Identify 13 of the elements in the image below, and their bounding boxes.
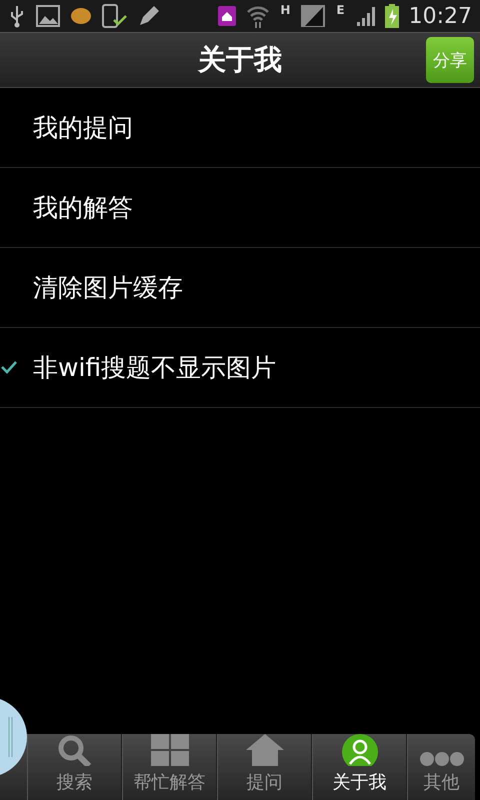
settings-item[interactable]: 我的提问 <box>0 88 480 168</box>
settings-item[interactable]: 非wifi搜题不显示图片 <box>0 328 480 408</box>
clock-time: 10:27 <box>408 4 472 28</box>
tab[interactable]: 提问 <box>217 734 312 800</box>
tab[interactable]: 其他 <box>407 734 475 800</box>
network-type-label: E <box>336 3 345 17</box>
tab[interactable]: 帮忙解答 <box>122 734 217 800</box>
tab[interactable]: 关于我 <box>312 734 407 800</box>
settings-item[interactable]: 我的解答 <box>0 168 480 248</box>
network-type-label: H <box>280 3 290 17</box>
settings-item[interactable]: 清除图片缓存 <box>0 248 480 328</box>
tab[interactable]: 搜索 <box>27 734 122 800</box>
screen-title: 关于我 <box>198 42 282 78</box>
